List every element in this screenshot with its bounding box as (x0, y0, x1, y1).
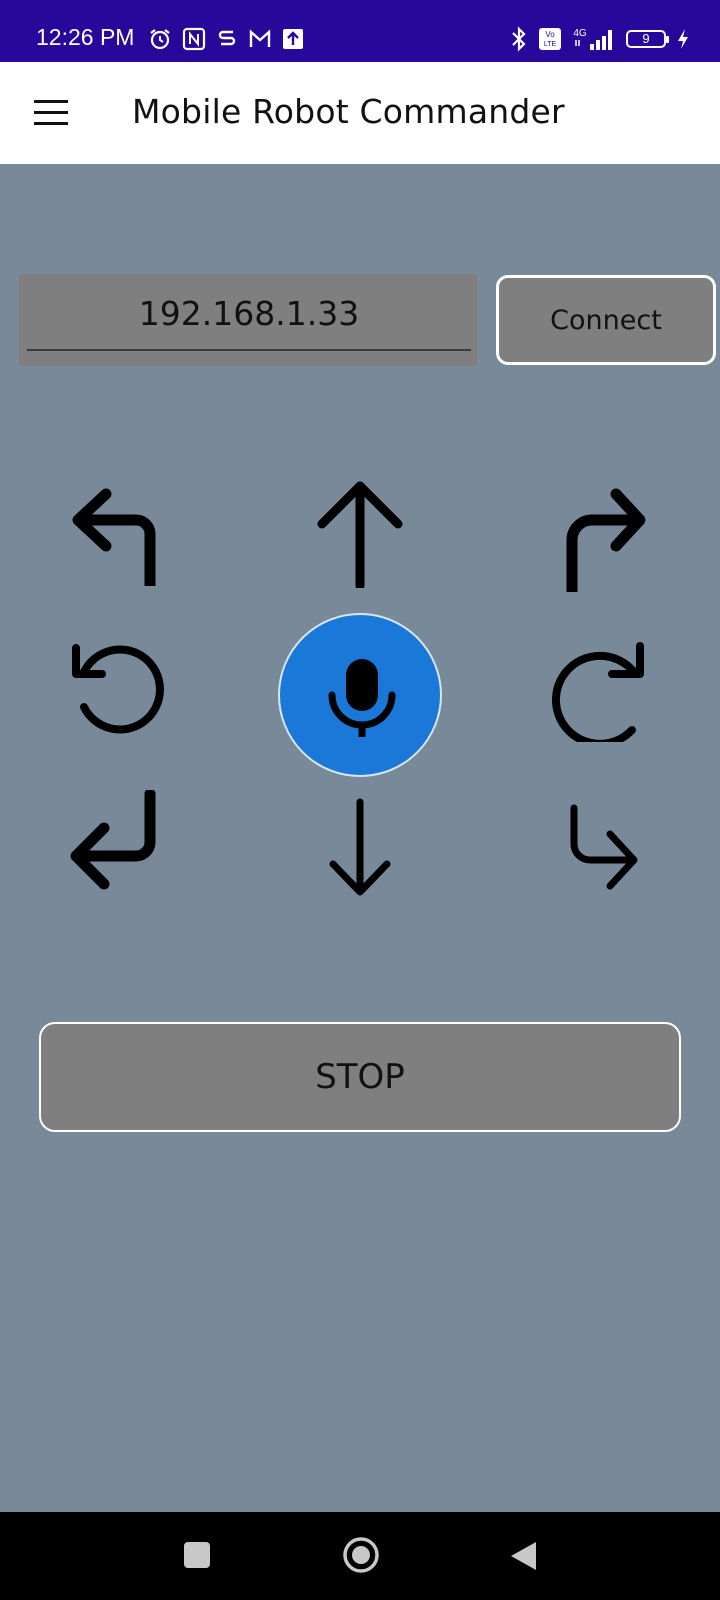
back-triangle-icon[interactable] (508, 1540, 538, 1572)
turn-backward-right-button[interactable] (560, 800, 670, 910)
home-circle-icon[interactable] (342, 1536, 380, 1574)
recents-square-icon[interactable] (184, 1542, 210, 1568)
signal-4g-icon: 4G (573, 28, 612, 50)
turn-backward-left-button[interactable] (58, 790, 168, 900)
charging-bolt-icon (678, 29, 688, 49)
bluetooth-icon (512, 26, 526, 52)
app-bar: Mobile Robot Commander (0, 62, 720, 164)
turn-forward-right-button[interactable] (558, 482, 668, 592)
forward-button[interactable] (305, 478, 415, 588)
status-time: 12:26 PM (36, 24, 135, 50)
battery-indicator: 9 (626, 30, 669, 48)
volte-icon: Vo LTE (539, 28, 561, 50)
arrow-turn-down-right-icon (570, 804, 638, 890)
turn-forward-left-button[interactable] (58, 476, 168, 586)
rotate-clockwise-icon (551, 642, 644, 742)
notification-icons (148, 26, 304, 52)
rotate-counterclockwise-icon (72, 644, 164, 734)
rotate-left-button[interactable] (62, 632, 172, 742)
system-icons: Vo LTE 4G 9 (510, 26, 690, 52)
volte-label-top: Vo (545, 30, 555, 39)
gmail-icon (249, 29, 271, 47)
input-underline (27, 349, 471, 351)
network-label: 4G (573, 28, 587, 39)
hamburger-menu-icon[interactable] (34, 100, 70, 126)
stop-button[interactable]: STOP (39, 1022, 681, 1132)
arrow-up-icon (317, 481, 403, 588)
volte-label-bottom: LTE (544, 41, 557, 48)
arrow-turn-down-left-icon (70, 790, 156, 890)
alarm-icon (150, 29, 170, 50)
app-s-icon (218, 30, 236, 46)
backward-button[interactable] (305, 794, 415, 904)
voice-command-button[interactable] (278, 613, 442, 777)
status-bar: 12:26 PM Vo LTE 4G 9 (0, 0, 720, 62)
ip-address-input[interactable] (27, 290, 471, 336)
page-title: Mobile Robot Commander (132, 92, 565, 131)
microphone-icon (328, 659, 396, 737)
nfc-icon (182, 27, 206, 51)
connect-button[interactable]: Connect (496, 275, 716, 365)
upload-icon (283, 29, 303, 49)
ip-address-field-container (19, 274, 477, 366)
arrow-turn-up-right-icon (566, 488, 646, 592)
arrow-turn-up-left-icon (72, 488, 156, 586)
arrow-down-icon (329, 798, 391, 896)
rotate-right-button[interactable] (550, 632, 660, 742)
